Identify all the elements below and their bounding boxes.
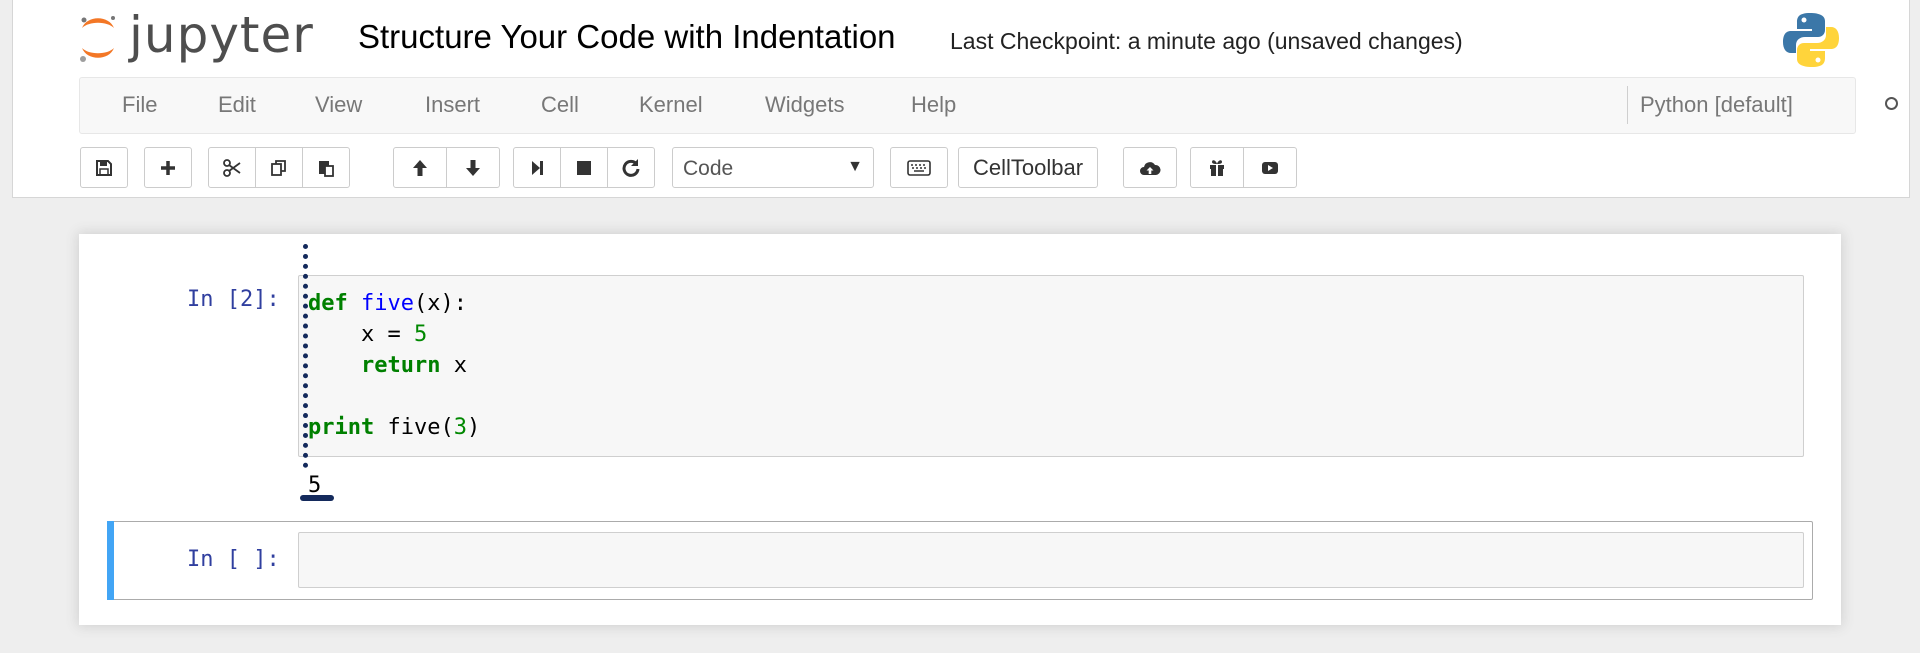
- checkpoint-status: Last Checkpoint: a minute ago (unsaved c…: [950, 28, 1463, 54]
- copy-button[interactable]: [255, 147, 303, 188]
- code-line: print five(3): [308, 415, 481, 440]
- save-button[interactable]: [80, 147, 128, 188]
- celltoolbar-button[interactable]: CellToolbar: [958, 147, 1099, 188]
- celltoolbar-group: CellToolbar: [958, 147, 1099, 188]
- stop-icon: [577, 160, 591, 175]
- save-icon: [96, 159, 112, 176]
- code-number: 5: [413, 322, 428, 347]
- cell-type-value: Code: [683, 157, 734, 180]
- code-line: return x: [360, 353, 467, 378]
- code-keyword: return: [360, 353, 441, 378]
- step-forward-icon: [532, 160, 543, 175]
- command-palette-button[interactable]: [890, 147, 948, 188]
- cloud-upload-button[interactable]: [1123, 147, 1177, 188]
- paste-button[interactable]: [302, 147, 350, 188]
- notebook-header: jupyter Structure Your Code with Indenta…: [12, 0, 1910, 198]
- code-line: def five(x):: [308, 291, 467, 316]
- code-keyword: print: [308, 415, 375, 440]
- restart-kernel-button[interactable]: [607, 147, 655, 188]
- python-logo-icon: [1783, 13, 1839, 67]
- cloud-upload-icon: [1140, 161, 1161, 175]
- code-number: 3: [453, 415, 467, 440]
- edit-button-group: [208, 147, 350, 188]
- refresh-icon: [622, 158, 640, 177]
- move-down-button[interactable]: [446, 147, 500, 188]
- code-keyword: def: [308, 291, 348, 316]
- input-prompt: In [2]:: [187, 287, 280, 312]
- keyboard-icon: [907, 159, 931, 176]
- copy-icon: [271, 159, 286, 176]
- cell-type-select[interactable]: Code ▼: [672, 147, 874, 188]
- insert-button-group: [144, 147, 192, 188]
- arrow-down-icon: [466, 159, 480, 176]
- jupyter-logo[interactable]: jupyter: [77, 6, 314, 68]
- insert-cell-button[interactable]: [144, 147, 192, 188]
- jupyter-logo-icon: [80, 16, 115, 62]
- save-button-group: [80, 147, 128, 188]
- celltoolbar-label: CellToolbar: [973, 154, 1084, 180]
- arrow-up-icon: [413, 159, 427, 176]
- jupyter-wordmark: jupyter: [129, 6, 314, 64]
- scissors-icon: [223, 158, 241, 177]
- code-input-area[interactable]: [298, 275, 1804, 457]
- video-button[interactable]: [1243, 147, 1297, 188]
- youtube-play-icon: [1262, 161, 1278, 174]
- kernel-name[interactable]: Python [default]: [1640, 92, 1793, 118]
- code-editor[interactable]: def five(x): x = 5 return x print five(3…: [308, 288, 480, 443]
- notebook-title[interactable]: Structure Your Code with Indentation: [358, 18, 896, 56]
- code-input-area-empty[interactable]: [298, 532, 1804, 588]
- gift-icon: [1210, 159, 1224, 176]
- menu-insert[interactable]: Insert: [425, 92, 480, 118]
- menu-file[interactable]: File: [122, 92, 157, 118]
- input-prompt: In [ ]:: [187, 547, 280, 572]
- code-line: x = 5: [308, 322, 428, 347]
- gift-button[interactable]: [1190, 147, 1244, 188]
- run-cell-button[interactable]: [513, 147, 561, 188]
- interrupt-kernel-button[interactable]: [560, 147, 608, 188]
- menu-kernel[interactable]: Kernel: [639, 92, 703, 118]
- command-palette-group: [890, 147, 948, 188]
- kernel-idle-indicator-icon: [1885, 97, 1898, 110]
- indentation-annotation: [303, 244, 308, 468]
- menubar: File Edit View Insert Cell Kernel Widget…: [79, 77, 1898, 134]
- dropdown-caret-icon: ▼: [847, 158, 863, 175]
- plus-icon: [161, 160, 175, 175]
- menu-edit[interactable]: Edit: [218, 92, 256, 118]
- extension-button-group-1: [1123, 147, 1177, 188]
- menu-help[interactable]: Help: [911, 92, 956, 118]
- extension-button-group-2: [1190, 147, 1297, 188]
- output-underline-annotation: [300, 495, 334, 501]
- selected-cell-indicator: [107, 521, 114, 600]
- menu-widgets[interactable]: Widgets: [765, 92, 844, 118]
- run-button-group: [513, 147, 655, 188]
- paste-icon: [319, 160, 334, 177]
- menu-view[interactable]: View: [315, 92, 362, 118]
- move-button-group: [393, 147, 500, 188]
- code-function-name: five: [361, 291, 414, 316]
- menu-cell[interactable]: Cell: [541, 92, 579, 118]
- move-up-button[interactable]: [393, 147, 447, 188]
- cut-button[interactable]: [208, 147, 256, 188]
- kernel-divider: [1627, 86, 1628, 124]
